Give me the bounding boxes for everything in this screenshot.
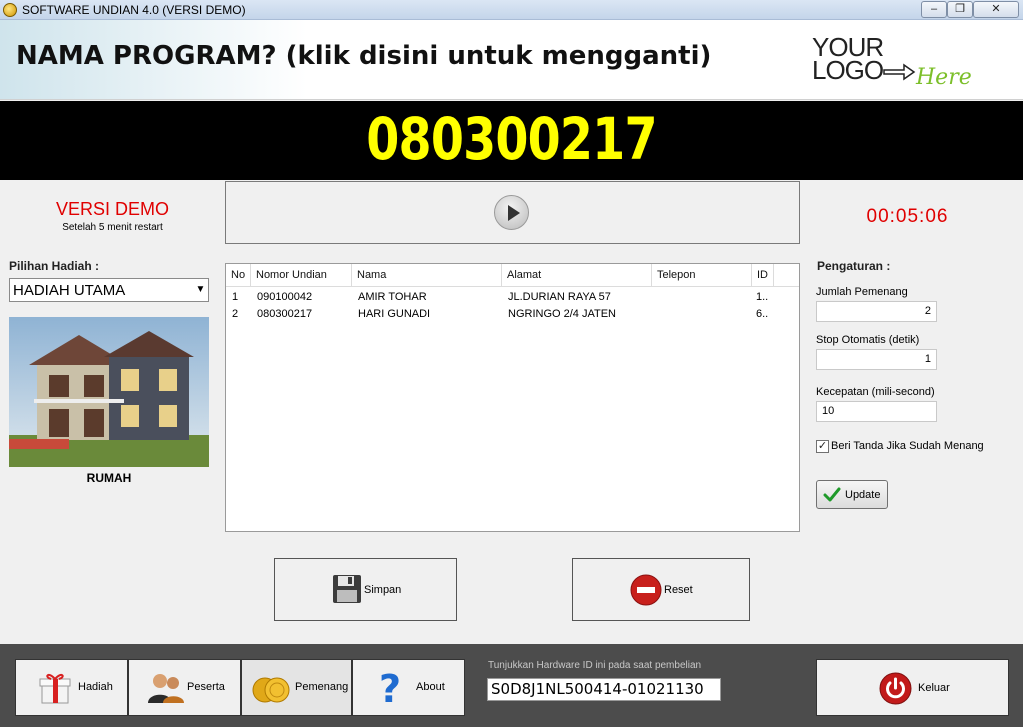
question-icon: ?: [379, 668, 401, 708]
number-display-bar: 080300217: [0, 101, 1023, 180]
floppy-disk-icon: [333, 575, 361, 603]
peserta-button[interactable]: Peserta: [128, 659, 241, 716]
svg-text:?: ?: [379, 668, 401, 708]
table-row[interactable]: 2 080300217 HARI GUNADI NGRINGO 2/4 JATE…: [226, 306, 799, 323]
mark-winner-label[interactable]: Beri Tanda Jika Sudah Menang: [831, 440, 984, 452]
about-button[interactable]: ? About: [352, 659, 465, 716]
cell-alamat: NGRINGO 2/4 JATEN: [508, 308, 616, 320]
peserta-button-label: Peserta: [187, 681, 225, 693]
logo-script: Here: [915, 65, 972, 90]
column-header-nama[interactable]: Nama: [352, 264, 502, 287]
window-title: SOFTWARE UNDIAN 4.0 (VERSI DEMO): [22, 3, 246, 17]
checkmark-icon: [823, 487, 841, 502]
play-button[interactable]: [494, 195, 529, 230]
cell-id: 1..: [756, 291, 769, 303]
cell-no: 2: [232, 308, 239, 320]
update-button[interactable]: Update: [816, 480, 888, 509]
reset-button-label: Reset: [664, 584, 693, 596]
cell-nomor-undian: 080300217: [257, 308, 313, 320]
column-header-no[interactable]: No: [226, 264, 251, 287]
gift-icon: [39, 673, 71, 704]
keluar-button[interactable]: Keluar: [816, 659, 1009, 716]
cell-alamat: JL.DURIAN RAYA 57: [508, 291, 611, 303]
column-header-id[interactable]: ID: [752, 264, 774, 287]
window-titlebar: SOFTWARE UNDIAN 4.0 (VERSI DEMO) – ❐ ✕: [0, 0, 1023, 20]
company-logo: YOUR LOGO Here: [812, 32, 972, 90]
cell-id: 6..: [756, 308, 769, 320]
cell-telepon: [652, 289, 752, 306]
stop-otomatis-label: Stop Otomatis (detik): [816, 334, 920, 346]
header: NAMA PROGRAM? (klik disini untuk menggan…: [0, 20, 1023, 100]
prize-select-value: HADIAH UTAMA: [13, 282, 126, 299]
hardware-id-label: Tunjukkan Hardware ID ini pada saat pemb…: [488, 660, 702, 671]
simpan-button[interactable]: Simpan: [274, 558, 457, 621]
hardware-id-field[interactable]: S0D8J1NL500414-01021130: [487, 678, 721, 701]
users-icon: [148, 674, 184, 703]
countdown-timer: 00:05:06: [866, 206, 949, 227]
chevron-down-icon[interactable]: ▼: [193, 282, 208, 298]
jumlah-pemenang-label: Jumlah Pemenang: [816, 286, 908, 298]
column-header-alamat[interactable]: Alamat: [502, 264, 652, 287]
program-name[interactable]: NAMA PROGRAM? (klik disini untuk menggan…: [16, 41, 711, 71]
stop-icon: [630, 574, 662, 606]
column-header-nomor-undian[interactable]: Nomor Undian: [251, 264, 352, 287]
minimize-button[interactable]: –: [921, 1, 947, 18]
column-header-telepon[interactable]: Telepon: [652, 264, 752, 287]
prize-select[interactable]: HADIAH UTAMA ▼: [9, 278, 209, 302]
demo-label: VERSI DEMO: [55, 199, 170, 219]
cell-no: 1: [232, 291, 239, 303]
mark-winner-checkbox[interactable]: ✓: [816, 440, 829, 453]
cell-telepon: [652, 306, 752, 323]
cell-nomor-undian: 090100042: [257, 291, 313, 303]
app-icon: [3, 3, 17, 17]
current-number: 080300217: [366, 105, 657, 173]
draw-control-panel: [225, 181, 800, 244]
maximize-button[interactable]: ❐: [947, 1, 973, 18]
kecepatan-input[interactable]: 10: [816, 401, 937, 422]
coins-icon: [252, 677, 290, 703]
jumlah-pemenang-input[interactable]: 2: [816, 301, 937, 322]
pemenang-button-label: Pemenang: [295, 681, 349, 693]
keluar-button-label: Keluar: [918, 682, 950, 694]
hadiah-button[interactable]: Hadiah: [15, 659, 128, 716]
pemenang-button[interactable]: Pemenang: [241, 659, 352, 716]
settings-title: Pengaturan :: [817, 259, 891, 273]
play-icon: [508, 205, 520, 221]
power-icon: [879, 672, 912, 705]
cell-nama: HARI GUNADI: [358, 308, 431, 320]
simpan-button-label: Simpan: [364, 584, 402, 596]
column-header-filler: [774, 264, 799, 287]
about-button-label: About: [416, 681, 445, 693]
table-row[interactable]: 1 090100042 AMIR TOHAR JL.DURIAN RAYA 57…: [226, 289, 799, 306]
prize-house-image: [9, 317, 209, 467]
close-button[interactable]: ✕: [973, 1, 1019, 18]
reset-button[interactable]: Reset: [572, 558, 750, 621]
prize-name: RUMAH: [86, 471, 132, 485]
demo-sublabel: Setelah 5 menit restart: [62, 222, 163, 233]
update-button-label: Update: [845, 489, 881, 501]
cell-nama: AMIR TOHAR: [358, 291, 427, 303]
hadiah-button-label: Hadiah: [78, 681, 113, 693]
kecepatan-label: Kecepatan (mili-second): [816, 386, 935, 398]
logo-line2: LOGO: [812, 55, 883, 85]
stop-otomatis-input[interactable]: 1: [816, 349, 937, 370]
winners-table[interactable]: No Nomor Undian Nama Alamat Telepon ID 1…: [225, 263, 800, 532]
prize-select-label: Pilihan Hadiah :: [9, 259, 100, 273]
